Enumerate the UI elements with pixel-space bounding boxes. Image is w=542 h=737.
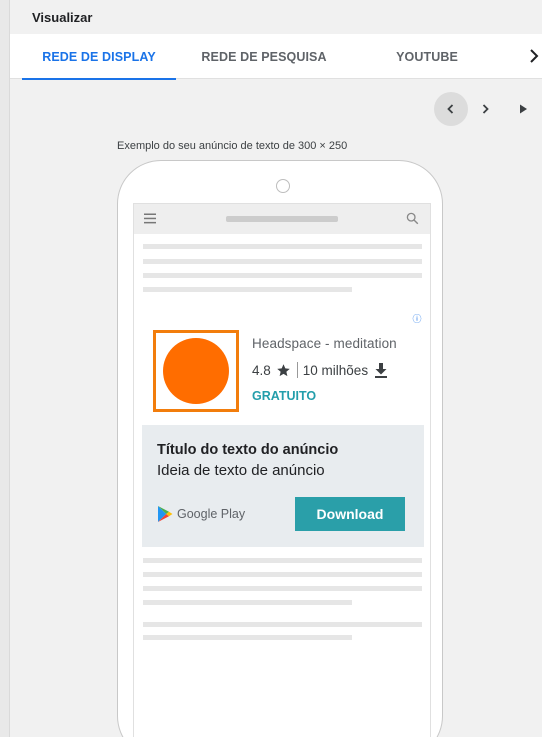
app-icon-circle <box>163 338 229 404</box>
content-placeholder-line <box>143 558 422 563</box>
browser-bar <box>134 204 430 234</box>
app-name: Headspace - meditation <box>252 336 397 351</box>
content-placeholder-line <box>143 572 422 577</box>
content-placeholder-line <box>143 600 352 605</box>
store-name: Google Play <box>177 507 246 521</box>
hamburger-menu-icon <box>144 213 156 224</box>
play-icon <box>520 104 527 114</box>
download-icon <box>375 362 388 378</box>
star-icon <box>277 363 290 376</box>
app-icon <box>153 330 239 412</box>
tab-youtube[interactable]: YOUTUBE <box>372 34 482 79</box>
search-icon <box>406 212 419 225</box>
download-button[interactable]: Download <box>295 497 405 531</box>
content-placeholder-line <box>143 273 422 278</box>
content-placeholder-line <box>143 244 422 249</box>
address-bar <box>226 216 338 222</box>
content-placeholder-line <box>143 259 422 264</box>
play-button[interactable] <box>506 92 540 126</box>
example-label: Exemplo do seu anúncio de texto de 300 ×… <box>117 140 348 152</box>
ad-text-section: Título do texto do anúncio Ideia de text… <box>142 425 424 547</box>
chevron-right-icon[interactable] <box>526 48 542 64</box>
rating-value: 4.8 <box>252 362 271 378</box>
info-icon[interactable]: ⓘ <box>412 314 422 324</box>
phone-camera <box>276 179 290 193</box>
preview-panel: Visualizar REDE DE DISPLAY REDE DE PESQU… <box>9 0 542 737</box>
separator <box>296 362 298 378</box>
tab-search-network[interactable]: REDE DE PESQUISA <box>186 34 342 79</box>
left-edge <box>0 0 9 737</box>
phone-frame: ⓘ Headspace - meditation 4.8 10 milhões <box>117 160 443 737</box>
phone-screen: ⓘ Headspace - meditation 4.8 10 milhões <box>133 203 431 737</box>
content-placeholder-line <box>143 287 352 292</box>
tab-bar: REDE DE DISPLAY REDE DE PESQUISA YOUTUBE <box>10 34 542 80</box>
previous-button[interactable] <box>434 92 468 126</box>
ad-card: ⓘ Headspace - meditation 4.8 10 milhões <box>142 310 424 547</box>
content-placeholder-line <box>143 622 422 627</box>
chevron-right-icon <box>482 104 489 114</box>
ad-headline: Título do texto do anúncio <box>157 442 339 458</box>
chevron-left-icon <box>447 104 454 114</box>
panel-title: Visualizar <box>32 10 93 25</box>
content-placeholder-line <box>143 586 422 591</box>
google-play-logo <box>158 506 173 522</box>
next-button[interactable] <box>468 92 502 126</box>
price-label: GRATUITO <box>252 389 317 403</box>
ad-description: Ideia de texto de anúncio <box>157 462 325 479</box>
tab-display-network[interactable]: REDE DE DISPLAY <box>22 34 176 80</box>
download-count: 10 milhões <box>302 362 369 378</box>
content-placeholder-line <box>143 635 352 640</box>
rating-row: 4.8 10 milhões <box>252 362 388 378</box>
